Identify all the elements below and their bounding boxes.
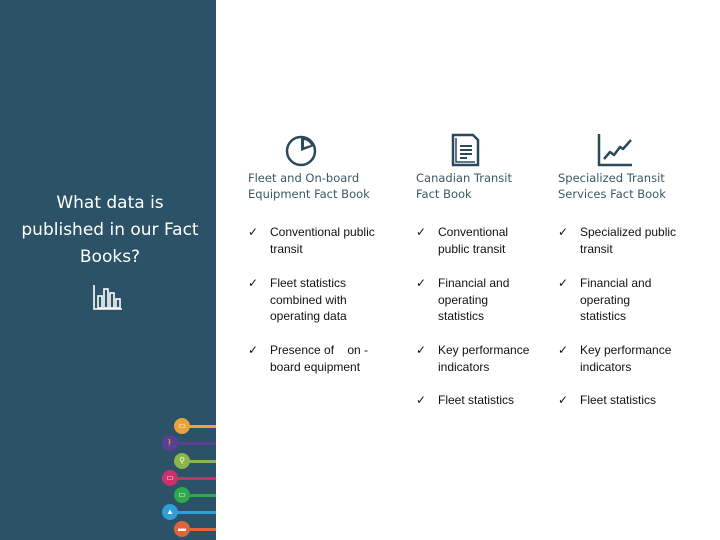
list-item-text: Key performance indicators [438,343,530,374]
title-line: Specialized Transit [558,171,665,185]
check-icon: ✓ [248,343,259,357]
line-chart-icon [597,134,632,167]
list-item-text: Presence of on -board equipment [270,343,369,374]
ferry-icon: ▲ [162,504,178,520]
check-icon: ✓ [416,393,427,407]
check-icon: ✓ [558,225,569,239]
list-item-text: Fleet statistics [580,393,657,407]
check-icon: ✓ [416,343,427,357]
train-icon: ▭ [174,487,190,503]
walking-icon: 🚶 [162,435,178,451]
car-icon: ▬ [174,521,190,537]
title-line: Fleet and On-board [248,171,360,185]
sidebar: What data is published in our Fact Books… [0,0,216,540]
fact-book-title: Canadian Transit Fact Book [416,170,512,202]
sidebar-title: What data is published in our Fact Books… [21,193,199,267]
check-icon: ✓ [416,276,427,290]
list-item-text: Conventional public transit [438,225,509,256]
bicycle-icon: ⚲ [174,453,190,469]
title-line: Services Fact Book [558,187,666,201]
fact-book-title: Specialized Transit Services Fact Book [558,170,666,202]
pie-chart-icon [285,135,317,167]
bus-icon: ▭ [174,418,190,434]
list-item-text: Financial and operating statistics [580,276,652,323]
check-icon: ✓ [416,225,427,239]
list-item-text: Financial and operating statistics [438,276,510,323]
title-line: Canadian Transit [416,171,512,185]
list-item-text: Specialized public transit [580,225,677,256]
title-line: Fact Book [416,187,472,201]
check-icon: ✓ [558,343,569,357]
streetcar-icon: ▭ [162,470,178,486]
check-icon: ✓ [558,393,569,407]
check-icon: ✓ [558,276,569,290]
title-line: Equipment Fact Book [248,187,370,201]
list-item-text: Key performance indicators [580,343,672,374]
fact-book-title: Fleet and On-board Equipment Fact Book [248,170,370,202]
list-item-text: Fleet statistics [438,393,515,407]
list-item-text: Fleet statistics combined with operating… [270,276,347,323]
check-icon: ✓ [248,225,259,239]
list-item-text: Conventional public transit [270,225,375,256]
check-icon: ✓ [248,276,259,290]
bar-chart-icon [93,285,122,310]
document-icon [451,133,480,167]
